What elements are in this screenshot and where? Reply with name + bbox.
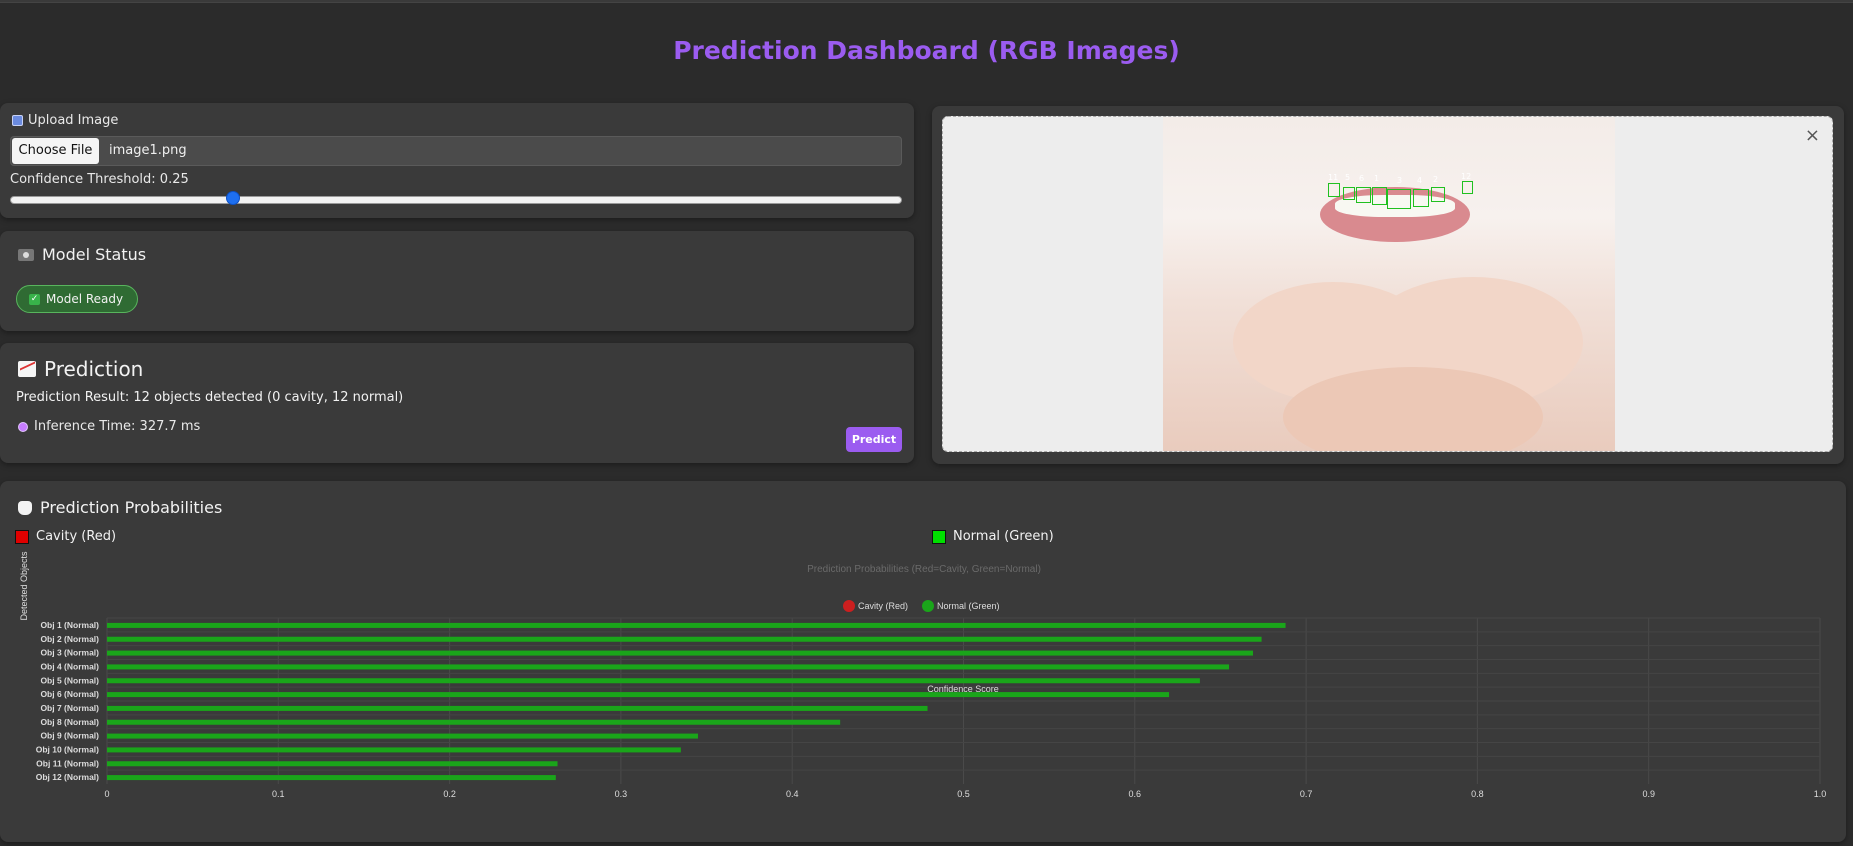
probability-chart: Prediction Probabilities (Red=Cavity, Gr… bbox=[19, 551, 1827, 799]
bar-obj-7[interactable] bbox=[107, 705, 928, 711]
x-tick-label: 0.5 bbox=[957, 789, 970, 799]
box-label: 6 bbox=[1359, 174, 1365, 183]
model-status-title-text: Model Status bbox=[42, 245, 147, 264]
chart-legend: Cavity (Red) Normal (Green) bbox=[843, 600, 1000, 612]
predict-button[interactable]: Predict bbox=[846, 427, 902, 452]
image-icon bbox=[12, 115, 23, 126]
close-icon[interactable]: × bbox=[1805, 125, 1820, 146]
stopwatch-icon bbox=[18, 421, 28, 432]
y-tick-label: Obj 1 (Normal) bbox=[40, 620, 99, 630]
upload-label-text: Upload Image bbox=[28, 113, 119, 128]
prediction-title-text: Prediction bbox=[44, 357, 144, 381]
x-tick-label: 0.7 bbox=[1300, 789, 1313, 799]
box-label: 12 bbox=[1461, 172, 1472, 181]
slider-thumb[interactable] bbox=[226, 191, 240, 205]
threshold-slider[interactable] bbox=[10, 196, 902, 204]
y-tick-label: Obj 9 (Normal) bbox=[40, 731, 99, 741]
detection-box bbox=[1413, 189, 1429, 207]
detection-box bbox=[1372, 187, 1387, 205]
box-label: 3 bbox=[1397, 176, 1403, 185]
bar-obj-1[interactable] bbox=[107, 622, 1286, 628]
prediction-card: Prediction Prediction Result: 12 objects… bbox=[0, 343, 914, 463]
image-preview-card: 11 5 6 1 3 4 2 12 × bbox=[932, 106, 1844, 464]
box-label: 5 bbox=[1345, 173, 1351, 182]
model-ready-badge: ✓ Model Ready bbox=[16, 285, 139, 313]
image-dropzone[interactable]: 11 5 6 1 3 4 2 12 × bbox=[942, 116, 1833, 452]
bar-obj-2[interactable] bbox=[107, 636, 1262, 642]
model-ready-text: Model Ready bbox=[46, 292, 124, 306]
y-tick-label: Obj 8 (Normal) bbox=[40, 717, 99, 727]
chart-legend-normal: Normal (Green) bbox=[937, 601, 1000, 611]
probabilities-card: Prediction Probabilities Cavity (Red) No… bbox=[0, 481, 1846, 842]
prediction-title: Prediction bbox=[18, 357, 143, 381]
y-tick-label: Obj 7 (Normal) bbox=[40, 703, 99, 713]
chart-icon bbox=[18, 361, 36, 377]
choose-file-button[interactable]: Choose File bbox=[12, 138, 99, 164]
x-tick-label: 0.9 bbox=[1642, 789, 1655, 799]
prediction-result: Prediction Result: 12 objects detected (… bbox=[16, 390, 404, 405]
bar-obj-4[interactable] bbox=[107, 664, 1230, 670]
uploaded-image: 11 5 6 1 3 4 2 12 bbox=[1163, 117, 1615, 451]
x-tick-label: 0.2 bbox=[443, 789, 456, 799]
chart-legend-cavity: Cavity (Red) bbox=[858, 601, 908, 611]
box-label: 1 bbox=[1374, 174, 1380, 183]
x-tick-label: 0.4 bbox=[786, 789, 799, 799]
chart-title: Prediction Probabilities (Red=Cavity, Gr… bbox=[807, 564, 1041, 575]
box-label: 2 bbox=[1433, 175, 1439, 184]
threshold-label: Confidence Threshold: 0.25 bbox=[10, 172, 189, 187]
bar-obj-8[interactable] bbox=[107, 719, 841, 725]
x-tick-label: 1.0 bbox=[1814, 789, 1827, 799]
x-tick-label: 0.6 bbox=[1129, 789, 1142, 799]
x-tick-label: 0 bbox=[104, 789, 109, 799]
x-tick-label: 0.3 bbox=[615, 789, 628, 799]
box-label: 11 bbox=[1328, 173, 1339, 182]
y-tick-label: Obj 6 (Normal) bbox=[40, 689, 99, 699]
y-tick-label: Obj 12 (Normal) bbox=[36, 772, 99, 782]
y-tick-label: Obj 4 (Normal) bbox=[40, 661, 99, 671]
camera-icon bbox=[18, 248, 34, 261]
file-name: image1.png bbox=[109, 143, 187, 158]
bar-obj-3[interactable] bbox=[107, 650, 1253, 656]
check-icon: ✓ bbox=[29, 293, 40, 305]
inference-time: Inference Time: 327.7 ms bbox=[18, 419, 200, 434]
x-tick-label: 0.8 bbox=[1471, 789, 1484, 799]
y-tick-label: Obj 2 (Normal) bbox=[40, 634, 99, 644]
detection-box bbox=[1343, 187, 1355, 200]
box-label: 4 bbox=[1417, 176, 1423, 185]
inference-time-text: Inference Time: 327.7 ms bbox=[34, 419, 201, 434]
y-tick-label: Obj 5 (Normal) bbox=[40, 675, 99, 685]
detection-box bbox=[1387, 189, 1411, 209]
legend-dot-normal bbox=[922, 600, 934, 612]
bar-obj-9[interactable] bbox=[107, 733, 698, 739]
y-axis-label: Detected Objects bbox=[19, 551, 29, 621]
upload-card: Upload Image Choose File image1.png Conf… bbox=[0, 103, 914, 218]
model-status-card: Model Status ✓ Model Ready bbox=[0, 231, 914, 331]
bar-obj-6[interactable] bbox=[107, 692, 1170, 698]
detection-box bbox=[1328, 183, 1340, 197]
x-axis-label: Confidence Score bbox=[927, 684, 999, 694]
bar-obj-10[interactable] bbox=[107, 747, 681, 753]
detection-box bbox=[1462, 181, 1473, 194]
y-tick-label: Obj 10 (Normal) bbox=[36, 744, 99, 754]
top-border bbox=[0, 0, 1853, 3]
upload-label: Upload Image bbox=[12, 113, 118, 128]
model-status-title: Model Status bbox=[18, 245, 146, 264]
bar-obj-12[interactable] bbox=[107, 775, 556, 781]
detection-box bbox=[1431, 187, 1445, 202]
file-input[interactable]: Choose File image1.png bbox=[10, 136, 902, 166]
y-tick-label: Obj 3 (Normal) bbox=[40, 648, 99, 658]
bar-obj-5[interactable] bbox=[107, 678, 1200, 684]
x-tick-label: 0.1 bbox=[272, 789, 285, 799]
page-title: Prediction Dashboard (RGB Images) bbox=[673, 36, 1180, 65]
y-tick-label: Obj 11 (Normal) bbox=[36, 758, 99, 768]
legend-dot-cavity bbox=[843, 600, 855, 612]
bar-obj-11[interactable] bbox=[107, 761, 558, 767]
detection-box bbox=[1356, 187, 1371, 203]
